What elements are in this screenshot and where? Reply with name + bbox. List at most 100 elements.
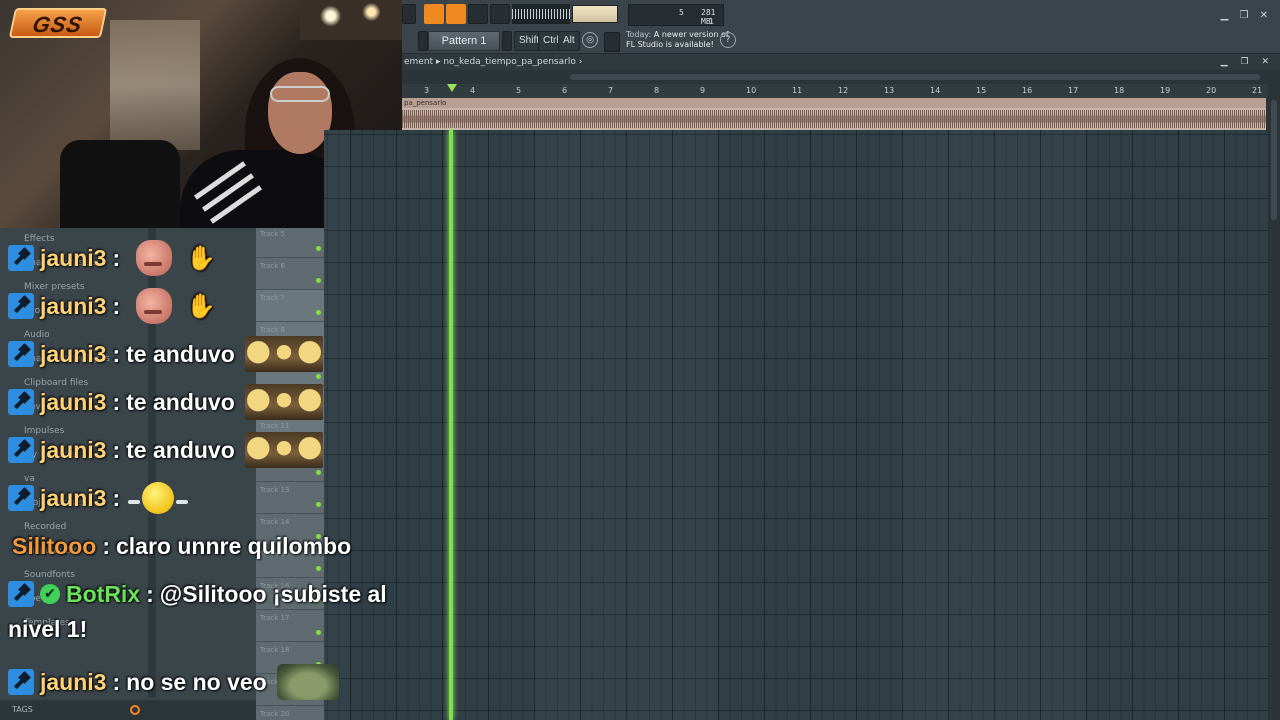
ruler-bar-label: 7: [608, 86, 614, 95]
help-icon[interactable]: ?: [720, 32, 736, 48]
breadcrumb-prev[interactable]: ement: [404, 57, 433, 67]
playhead-marker-icon[interactable]: [447, 84, 457, 92]
waving-hand-icon: ✋: [186, 292, 217, 320]
chat-message: jauni3 : no se no veo: [8, 662, 339, 702]
face-emote-icon: [136, 240, 173, 276]
chat-separator: :: [112, 388, 121, 415]
metronome-icon[interactable]: ◎: [582, 32, 598, 48]
chat-separator: :: [112, 484, 121, 511]
pattern-selector[interactable]: Pattern 1: [428, 31, 500, 51]
chat-message: jauni3 : ✋: [8, 286, 216, 326]
crocodile-emote-icon: [276, 664, 339, 700]
horizontal-scrollbar[interactable]: [402, 70, 1280, 84]
ruler-bar-label: 18: [1114, 86, 1125, 95]
chat-message: jauni3 : te anduvo: [8, 382, 323, 422]
wait-input-icon[interactable]: [468, 4, 488, 24]
ruler-bar-label: 9: [700, 86, 706, 95]
chat-username: BotRix: [66, 580, 141, 607]
chat-message: ✔ BotRix : @Silitooo ¡subiste al: [8, 574, 387, 614]
news-today-label: Today:: [626, 30, 652, 39]
chat-text: no se no veo: [126, 668, 267, 695]
audio-clip[interactable]: pa_pensarlo: [402, 98, 1266, 130]
breadcrumb: ement ▸ no_keda_tiempo_pa_pensarlo ›: [404, 57, 583, 67]
moderator-badge-icon: [8, 581, 34, 607]
moderator-badge-icon: [8, 437, 34, 463]
ruler-bar-label: 13: [884, 86, 895, 95]
ruler-bar-label: 17: [1068, 86, 1079, 95]
chat-separator: :: [102, 532, 110, 559]
voices-value: 1: [709, 17, 714, 26]
cpu-memory-monitor: 5 281 MB 1: [628, 4, 724, 26]
playhead-line: [449, 130, 453, 720]
chat-text: @Silitooo ¡subiste al: [159, 580, 387, 607]
step-edit-icon[interactable]: [446, 4, 466, 24]
play-icon[interactable]: [418, 31, 428, 51]
chat-username: jauni3: [40, 388, 107, 415]
chat-separator: :: [112, 436, 121, 463]
chat-separator: :: [146, 580, 154, 607]
ruler-bar-label: 11: [792, 86, 803, 95]
news-panel[interactable]: Today: A newer version of FL Studio is a…: [626, 30, 729, 50]
clip-title: pa_pensarlo: [402, 98, 1266, 108]
playlist-window-controls[interactable]: ▁ ❐ ✕: [1221, 54, 1274, 70]
ruler-bar-label: 19: [1160, 86, 1171, 95]
loop-record-icon[interactable]: [490, 4, 510, 24]
ruler-bar-label: 4: [470, 86, 476, 95]
ruler-bar-label: 20: [1206, 86, 1217, 95]
waving-hand-icon: ✋: [186, 244, 217, 272]
channel-logo: GSS: [8, 8, 108, 38]
chat-username: jauni3: [40, 436, 107, 463]
ruler-bar-label: 6: [562, 86, 568, 95]
face-emote-icon: [136, 288, 173, 324]
chat-separator: :: [112, 244, 121, 271]
menu-icon[interactable]: [604, 32, 620, 52]
minions-emote-icon: [244, 384, 323, 420]
master-volume-meter[interactable]: [572, 5, 618, 23]
chat-username: jauni3: [40, 340, 107, 367]
minions-emote-icon: [244, 432, 323, 468]
chat-username: jauni3: [40, 668, 107, 695]
minions-emote-icon: [244, 336, 323, 372]
screen: x4 GSS 5 281 MB 1 ▁ ❐ ✕ Pattern 1 Shift …: [0, 0, 1280, 720]
verified-bot-icon: ✔: [40, 584, 60, 604]
chat-text: te anduvo: [126, 436, 235, 463]
chat-message: jauni3 : te anduvo: [8, 430, 323, 470]
chat-username: Silitooo: [12, 532, 97, 559]
ruler-bar-label: 5: [516, 86, 522, 95]
sweating-face-emote-icon: [128, 482, 189, 514]
chat-message: jauni3 : te anduvo: [8, 334, 323, 374]
ruler-bar-label: 12: [838, 86, 849, 95]
cpu-value: 5: [679, 8, 684, 17]
typing-keyboard-icon[interactable]: [424, 4, 444, 24]
alt-key[interactable]: Alt: [558, 31, 580, 51]
chat-username: jauni3: [40, 292, 107, 319]
add-pattern-button[interactable]: [502, 31, 512, 51]
chat-username: jauni3: [40, 244, 107, 271]
moderator-badge-icon: [8, 245, 34, 271]
moderator-badge-icon: [8, 389, 34, 415]
news-line-2: FL Studio is available!: [626, 40, 714, 49]
playlist-grid[interactable]: [324, 130, 1270, 720]
timeline-ruler[interactable]: 3 4 5 6 7 8 9 10 11 12 13 14 15 16 17 18 19 20 21: [402, 84, 1268, 98]
ruler-bar-label: 10: [746, 86, 757, 95]
ruler-bar-label: 21: [1252, 86, 1263, 95]
chat-text: te anduvo: [126, 388, 235, 415]
ruler-bar-label: 8: [654, 86, 660, 95]
fl-toolbar: 5 281 MB 1 ▁ ❐ ✕ Pattern 1 Shift Ctrl Al…: [402, 0, 1280, 54]
chat-message: jauni3 :: [8, 478, 189, 518]
oscilloscope: [512, 4, 570, 24]
ruler-bar-label: 3: [424, 86, 430, 95]
moderator-badge-icon: [8, 485, 34, 511]
window-controls[interactable]: ▁ ❐ ✕: [1221, 10, 1272, 21]
moderator-badge-icon: [8, 669, 34, 695]
chat-separator: :: [112, 668, 121, 695]
chat-overlay: jauni3 : ✋ jauni3 : ✋ jauni3 : te anduvo…: [0, 228, 420, 720]
moderator-badge-icon: [8, 341, 34, 367]
ruler-bar-label: 16: [1022, 86, 1033, 95]
ruler-bar-label: 14: [930, 86, 941, 95]
chat-text: claro unnre quilombo: [116, 532, 352, 559]
song-position[interactable]: [402, 4, 416, 24]
news-line: A newer version of: [653, 30, 729, 39]
breadcrumb-current[interactable]: no_keda_tiempo_pa_pensarlo: [443, 57, 576, 67]
chat-username: jauni3: [40, 484, 107, 511]
